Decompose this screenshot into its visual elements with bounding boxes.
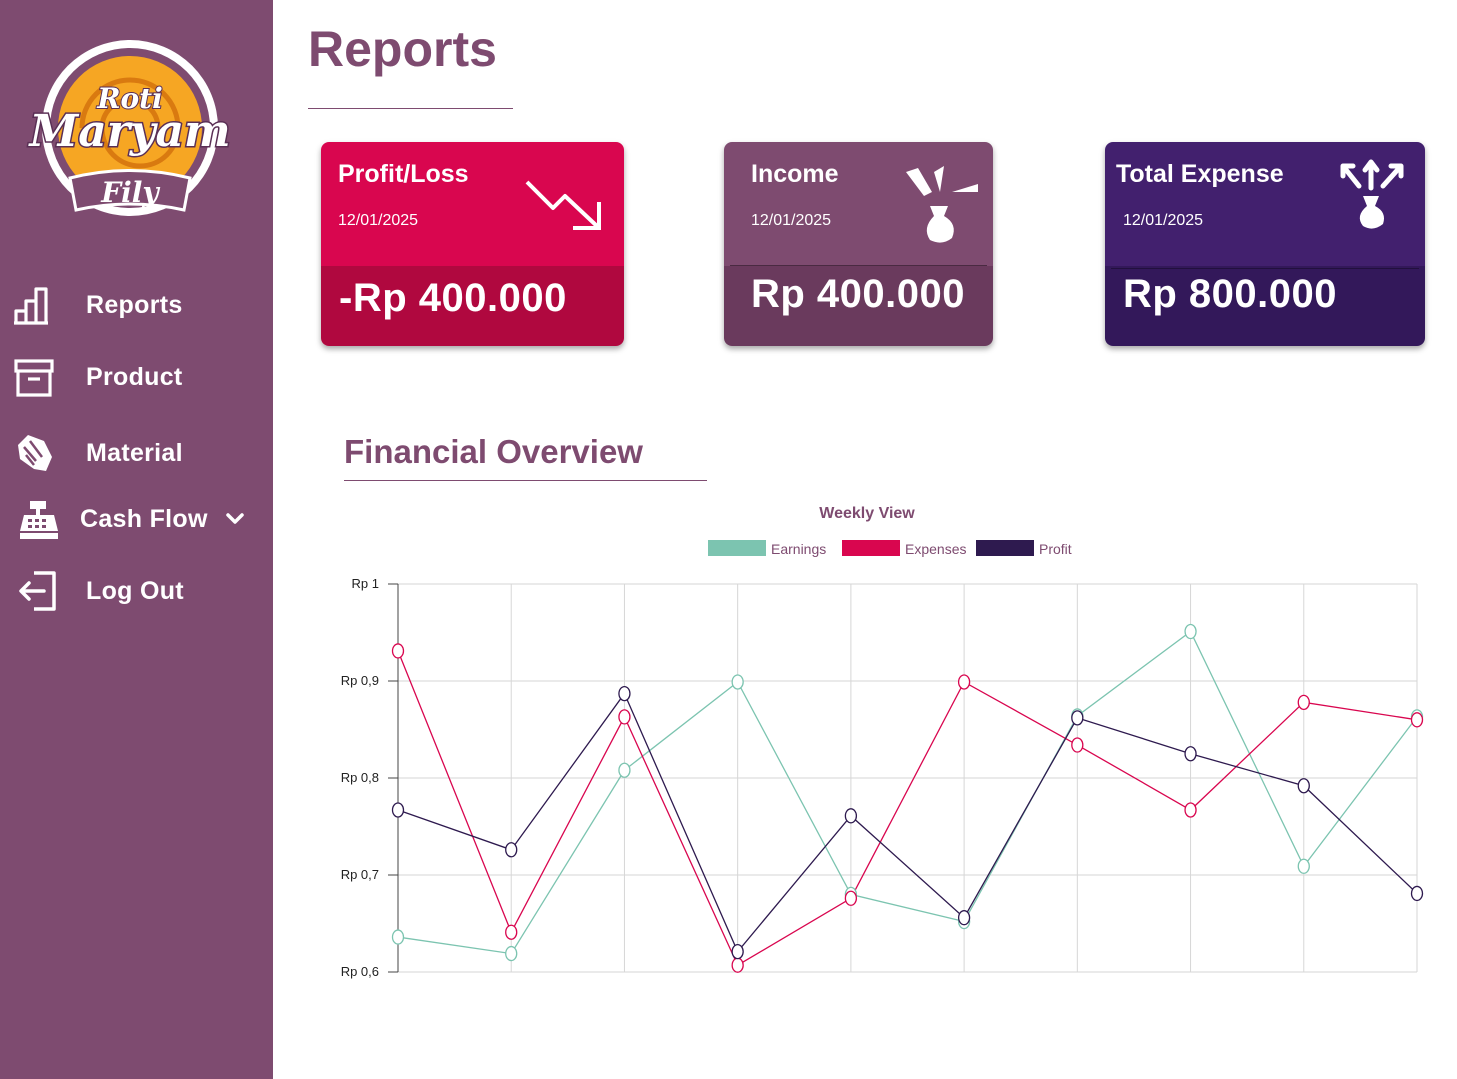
trend-down-icon: [525, 180, 601, 230]
legend-swatch: [708, 540, 766, 556]
data-point-profit: [618, 685, 631, 702]
sidebar-item-reports[interactable]: Reports: [0, 278, 273, 332]
y-tick-label: Rp 0,6: [341, 964, 379, 979]
title-divider: [308, 108, 513, 109]
legend-swatch: [976, 540, 1034, 556]
total-expense-card: Total Expense 12/01/2025 Rp 800.000: [1105, 142, 1425, 346]
y-tick-label: Rp 0,7: [341, 867, 379, 882]
series-line-earnings: [397, 630, 1418, 955]
data-point-earnings: [1184, 623, 1197, 640]
data-point-expenses: [391, 643, 405, 659]
data-point-earnings: [618, 762, 631, 778]
sidebar-item-material[interactable]: Material: [0, 426, 273, 480]
data-point-expenses: [1071, 737, 1084, 753]
sidebar-item-log-out[interactable]: Log Out: [0, 564, 273, 618]
page-title: Reports: [308, 21, 497, 77]
income-card: Income 12/01/2025 Rp 400.000: [724, 142, 993, 346]
sidebar-item-cash-flow[interactable]: Cash Flow: [0, 492, 273, 546]
data-point-expenses: [505, 924, 518, 940]
card-value: Rp 400.000: [751, 272, 966, 316]
bar-chart-icon: [12, 283, 56, 327]
card-value: -Rp 400.000: [339, 276, 567, 320]
card-title: Income: [751, 160, 839, 188]
section-title: Financial Overview: [344, 433, 643, 470]
card-value-area: Rp 400.000: [724, 266, 993, 346]
card-title: Total Expense: [1116, 160, 1284, 188]
card-date: 12/01/2025: [1123, 212, 1204, 229]
data-point-expenses: [1297, 694, 1310, 710]
data-point-earnings: [731, 674, 744, 690]
roti-maryam-fily-logo: Roti Maryam Fily: [26, 40, 232, 216]
legend-label: Expenses: [905, 541, 966, 557]
svg-text:Fily: Fily: [100, 176, 160, 209]
y-tick-label: Rp 0,8: [341, 770, 379, 785]
card-value-area: -Rp 400.000: [321, 266, 624, 346]
profit-loss-card: Profit/Loss 12/01/2025 -Rp 400.000: [321, 142, 624, 346]
svg-text:Maryam: Maryam: [27, 106, 230, 157]
data-point-earnings: [391, 929, 405, 945]
chart-title: Weekly View: [819, 505, 915, 522]
wheat-bag-icon: [12, 431, 56, 475]
data-point-expenses: [1410, 712, 1424, 728]
data-point-profit: [957, 910, 971, 926]
money-bag-in-icon: [906, 166, 978, 243]
data-point-profit: [844, 808, 858, 824]
data-point-profit: [1184, 746, 1197, 762]
section-divider: [344, 480, 707, 481]
sidebar-item-product[interactable]: Product: [0, 350, 273, 404]
data-point-profit: [1297, 778, 1310, 794]
data-point-expenses: [844, 890, 858, 906]
card-value-area: Rp 800.000: [1105, 266, 1425, 346]
data-point-expenses: [1184, 802, 1197, 818]
data-point-earnings: [505, 945, 518, 962]
card-date: 12/01/2025: [338, 212, 419, 229]
card-value: Rp 800.000: [1123, 272, 1338, 316]
y-tick-label: Rp 0,9: [341, 673, 379, 688]
legend-swatch: [842, 540, 900, 556]
sidebar-item-label: Material: [86, 438, 183, 467]
y-tick-label: Rp 1: [352, 576, 379, 591]
data-point-profit: [391, 802, 405, 818]
data-point-profit: [731, 943, 744, 960]
chevron-down-icon[interactable]: [224, 508, 246, 530]
data-point-profit: [1071, 710, 1084, 726]
sidebar-item-label: Log Out: [86, 576, 184, 605]
card-title: Profit/Loss: [338, 160, 469, 188]
data-point-profit: [505, 842, 518, 858]
data-point-earnings: [1297, 858, 1310, 874]
sidebar-item-label: Cash Flow: [80, 504, 208, 533]
card-date: 12/01/2025: [751, 212, 832, 229]
logout-icon: [16, 569, 60, 613]
sidebar-item-label: Reports: [86, 290, 183, 319]
sidebar: Roti Maryam Fily Reports Product Materia…: [0, 0, 273, 1079]
sidebar-item-label: Product: [86, 362, 183, 391]
series-line-expenses: [397, 650, 1418, 967]
data-point-expenses: [618, 709, 631, 725]
data-point-expenses: [731, 957, 744, 973]
series-line-profit: [397, 692, 1418, 953]
legend-label: Profit: [1039, 541, 1072, 557]
data-point-expenses: [957, 674, 971, 690]
legend-label: Earnings: [771, 541, 826, 557]
cash-register-icon: [18, 497, 62, 541]
data-point-profit: [1410, 885, 1424, 902]
financial-line-chart: Weekly View Earnings Expenses Profit Rp 1 Rp …: [341, 505, 1424, 979]
money-bag-out-icon: [1340, 159, 1404, 229]
archive-box-icon: [12, 355, 56, 399]
